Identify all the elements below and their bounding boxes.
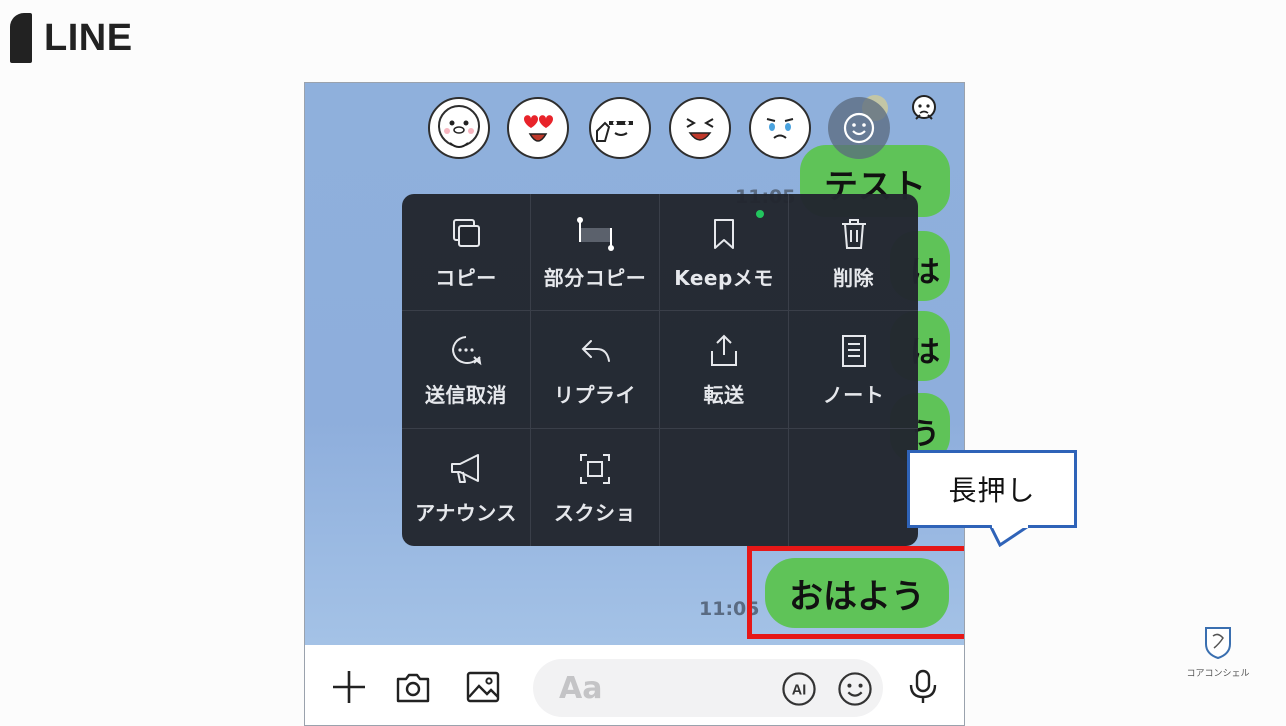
menu-item-label: リプライ bbox=[554, 382, 636, 407]
menu-item-forward[interactable]: 転送 bbox=[660, 311, 789, 429]
message-input[interactable] bbox=[533, 659, 883, 717]
menu-item-label: コピー bbox=[435, 265, 497, 290]
emoji-icon[interactable] bbox=[835, 669, 872, 706]
menu-item-label: 転送 bbox=[703, 382, 745, 407]
microphone-icon[interactable] bbox=[903, 667, 943, 707]
menu-item-copy[interactable]: コピー bbox=[402, 194, 531, 312]
reaction-thumbs-up[interactable] bbox=[589, 97, 651, 159]
logo-text: LINE bbox=[44, 16, 133, 59]
reaction-laugh[interactable] bbox=[669, 97, 731, 159]
partial-copy-icon bbox=[575, 214, 615, 254]
message-context-menu: コピー 部分コピー Keepメモ 削除 送信取消 リプライ 転送 ノート アナウ… bbox=[402, 194, 918, 546]
line-sticker-thumbs-up-icon bbox=[596, 121, 633, 142]
menu-item-announce[interactable]: アナウンス bbox=[402, 428, 531, 546]
plus-icon[interactable] bbox=[329, 667, 369, 707]
note-icon bbox=[834, 331, 874, 371]
ai-icon: AI bbox=[782, 672, 816, 706]
watermark-text: コアコンシェル bbox=[1186, 669, 1250, 679]
reaction-cry[interactable] bbox=[749, 97, 811, 159]
line-sticker-laugh-icon bbox=[686, 118, 714, 141]
callout-text: 長押し bbox=[948, 474, 1036, 507]
logo-mark-icon bbox=[10, 13, 32, 63]
line-logo: LINE bbox=[10, 12, 133, 64]
menu-item-reply[interactable]: リプライ bbox=[531, 311, 660, 429]
phone-screen: テスト は は う 11:05 bbox=[304, 82, 965, 726]
callout-tail-icon bbox=[990, 525, 1030, 547]
new-badge-dot bbox=[756, 210, 764, 218]
menu-item-keep-memo[interactable]: Keepメモ bbox=[660, 194, 789, 312]
reaction-shy[interactable] bbox=[428, 97, 490, 159]
camera-icon[interactable] bbox=[393, 667, 433, 707]
unsend-icon bbox=[446, 331, 486, 371]
menu-item-unsend[interactable]: 送信取消 bbox=[402, 311, 531, 429]
highlight-frame bbox=[747, 546, 964, 639]
menu-empty-cell bbox=[660, 428, 789, 546]
ai-button[interactable]: AI bbox=[779, 669, 816, 706]
menu-item-label: ノート bbox=[822, 382, 885, 407]
video-frame: LINE テスト は は う 11:05 bbox=[0, 0, 1286, 726]
menu-item-label: アナウンス bbox=[415, 500, 517, 525]
more-reactions-button[interactable] bbox=[828, 97, 890, 159]
line-sticker-love-icon bbox=[524, 115, 553, 142]
line-sticker-cry-icon bbox=[766, 118, 794, 139]
trash-icon bbox=[834, 214, 874, 254]
copy-icon bbox=[446, 214, 486, 254]
smiley-icon bbox=[843, 112, 875, 144]
screenshot-icon bbox=[575, 449, 615, 489]
bookmark-icon bbox=[704, 214, 744, 254]
callout-box: 長押し bbox=[907, 450, 1077, 528]
reply-icon bbox=[575, 331, 615, 371]
menu-item-label: Keepメモ bbox=[674, 265, 774, 290]
menu-item-screenshot[interactable]: スクショ bbox=[531, 428, 660, 546]
menu-item-delete[interactable]: 削除 bbox=[789, 194, 918, 312]
menu-item-label: スクショ bbox=[554, 500, 636, 525]
megaphone-icon bbox=[446, 449, 486, 489]
line-sticker-shy-icon bbox=[438, 105, 480, 148]
share-icon bbox=[704, 331, 744, 371]
menu-item-label: 削除 bbox=[833, 265, 874, 290]
sticker-mini-icon bbox=[908, 93, 940, 125]
menu-item-label: 部分コピー bbox=[543, 265, 647, 290]
message-composer: AI bbox=[305, 645, 964, 725]
menu-item-partial-copy[interactable]: 部分コピー bbox=[531, 194, 660, 312]
reaction-love[interactable] bbox=[507, 97, 569, 159]
menu-item-note[interactable]: ノート bbox=[789, 311, 918, 429]
channel-watermark: コアコンシェル bbox=[1186, 626, 1250, 679]
menu-empty-cell bbox=[789, 429, 918, 546]
menu-item-label: 送信取消 bbox=[425, 382, 507, 407]
image-icon[interactable] bbox=[463, 667, 503, 707]
shield-logo-icon bbox=[1205, 627, 1231, 660]
ai-label: AI bbox=[792, 683, 806, 699]
